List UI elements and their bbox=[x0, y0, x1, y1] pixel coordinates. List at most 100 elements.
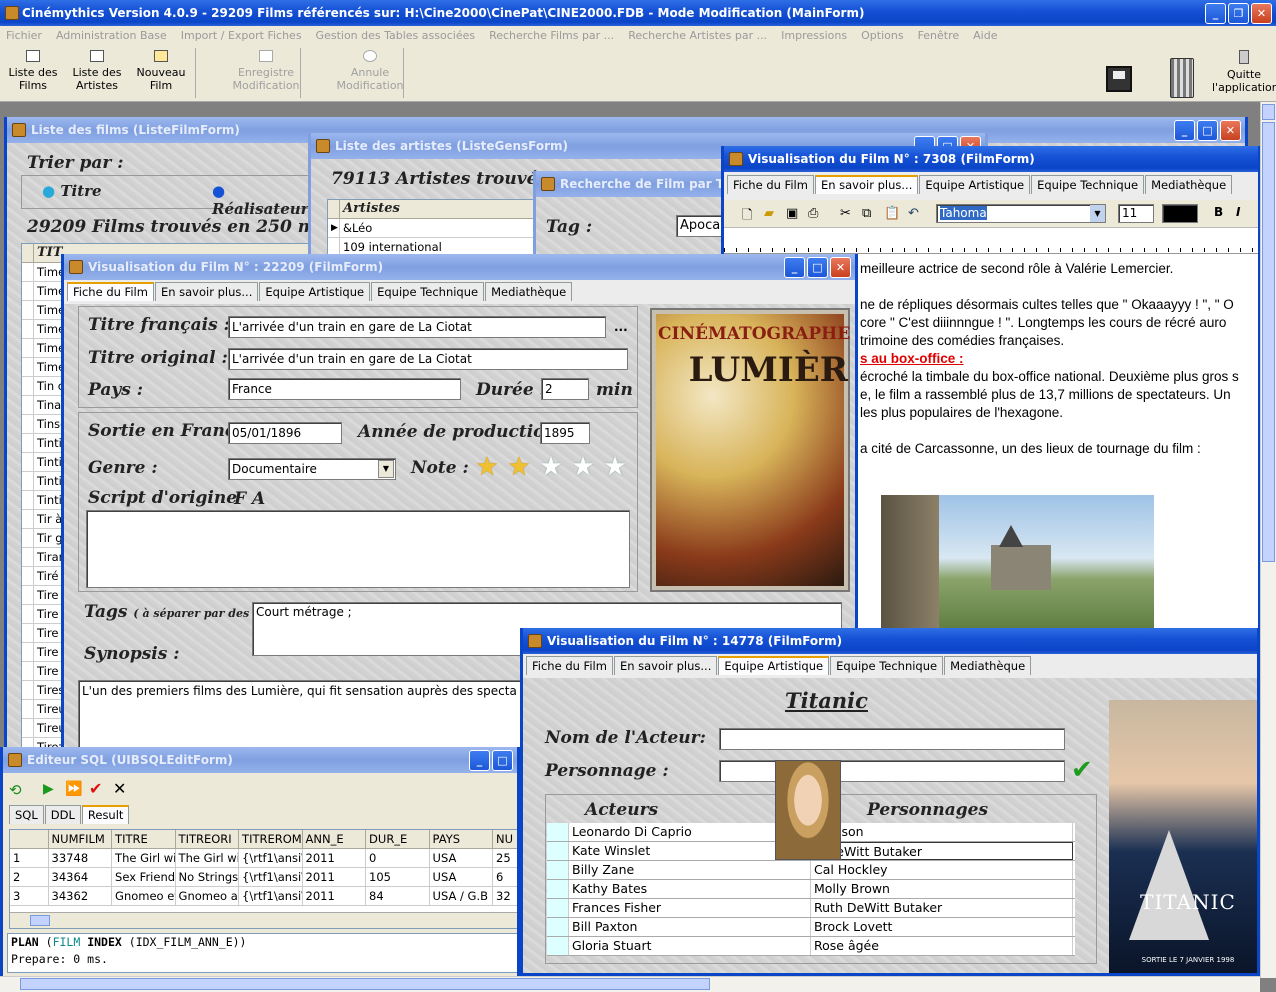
titre-fr-input[interactable]: L'arrivée d'un train en gare de La Ciota… bbox=[228, 316, 606, 338]
bold-button[interactable]: B bbox=[1214, 205, 1223, 219]
horizontal-scrollbar[interactable] bbox=[0, 976, 1260, 992]
table-row[interactable]: Frances Fisher Ruth DeWitt Butaker bbox=[547, 899, 1075, 918]
font-select[interactable]: Tahoma ▼ bbox=[936, 204, 1106, 223]
genre-select[interactable]: Documentaire ▼ bbox=[228, 458, 396, 480]
result-grid[interactable]: NUMFILMTITRETITREORITITREROMAANN_EDUR_EP… bbox=[9, 829, 517, 929]
save-modification-button[interactable]: Enregistre Modification bbox=[228, 50, 304, 92]
close-button[interactable]: ✕ bbox=[1251, 3, 1272, 24]
table-row[interactable]: Gloria Stuart Rose âgée bbox=[547, 937, 1075, 956]
pays-input[interactable]: France bbox=[228, 378, 461, 400]
size-select[interactable]: 11 bbox=[1118, 204, 1154, 223]
sort-title-radio[interactable]: ● Titre bbox=[42, 182, 102, 200]
tab-mediath-que[interactable]: Mediathèque bbox=[1145, 175, 1233, 194]
refresh-icon[interactable]: ⟲ bbox=[9, 781, 22, 799]
column-header[interactable]: Artistes bbox=[340, 200, 540, 219]
tab-equipe-technique[interactable]: Equipe Technique bbox=[830, 656, 944, 675]
sort-director-radio[interactable]: ● Réalisateur bbox=[212, 182, 320, 218]
tab-mediath-que[interactable]: Mediathèque bbox=[944, 656, 1032, 675]
tab-mediath-que[interactable]: Mediathèque bbox=[485, 282, 573, 301]
rich-text-body[interactable]: meilleure actrice de second rôle à Valér… bbox=[860, 260, 1258, 458]
menu-item[interactable]: Options bbox=[861, 29, 903, 42]
tab-fiche-du-film[interactable]: Fiche du Film bbox=[526, 656, 613, 675]
copy-icon[interactable]: ⧉ bbox=[862, 206, 871, 221]
table-row[interactable]: Kathy Bates Molly Brown bbox=[547, 880, 1075, 899]
table-row[interactable]: 133748The Girl withThe Girl with{\rtf1\a… bbox=[10, 849, 517, 868]
table-row[interactable]: Bill Paxton Brock Lovett bbox=[547, 918, 1075, 937]
horizontal-scrollbar[interactable] bbox=[10, 912, 517, 928]
column-header[interactable]: DUR_E bbox=[366, 830, 430, 849]
star-icon[interactable]: ★ bbox=[506, 454, 532, 480]
italic-button[interactable]: I bbox=[1236, 205, 1240, 219]
table-row[interactable]: 334362Gnomeo et JuGnomeo and{\rtf1\ansi\… bbox=[10, 887, 517, 906]
tab-result[interactable]: Result bbox=[81, 805, 130, 824]
tab-en-savoir-plus-[interactable]: En savoir plus... bbox=[814, 175, 919, 194]
commit-icon[interactable]: ✔ bbox=[89, 779, 102, 798]
minimize-button[interactable]: _ bbox=[784, 257, 805, 278]
new-doc-icon[interactable]: 🗋 bbox=[742, 206, 752, 228]
annee-input[interactable]: 1895 bbox=[540, 422, 590, 444]
menu-item[interactable]: Recherche Artistes par ... bbox=[628, 29, 767, 42]
menu-item[interactable]: Aide bbox=[973, 29, 997, 42]
menu-item[interactable]: Fichier bbox=[6, 29, 42, 42]
trash-icon[interactable] bbox=[1170, 58, 1194, 98]
cut-icon[interactable]: ✂ bbox=[840, 206, 851, 221]
column-header[interactable]: NUMFILM bbox=[48, 830, 113, 849]
tab-en-savoir-plus-[interactable]: En savoir plus... bbox=[613, 656, 718, 675]
table-row[interactable]: 234364Sex FriendsNo Strings At{\rtf1\ans… bbox=[10, 868, 517, 887]
sql-plan-output[interactable]: PLAN (FILM INDEX (IDX_FILM_ANN_E)) Prepa… bbox=[7, 933, 517, 973]
menu-item[interactable]: Fenêtre bbox=[918, 29, 960, 42]
titre-or-input[interactable]: L'arrivée d'un train en gare de La Ciota… bbox=[228, 348, 628, 370]
column-header[interactable]: ANN_E bbox=[302, 830, 367, 849]
menu-item[interactable]: Import / Export Fiches bbox=[181, 29, 302, 42]
tab-en-savoir-plus-[interactable]: En savoir plus... bbox=[154, 282, 259, 301]
maximize-button[interactable]: □ bbox=[492, 750, 513, 771]
personnage-input[interactable] bbox=[719, 760, 1065, 782]
list-item[interactable]: &Léo bbox=[340, 219, 540, 237]
minimize-button[interactable]: _ bbox=[1205, 3, 1226, 24]
color-select[interactable] bbox=[1162, 204, 1198, 223]
minimize-button[interactable]: _ bbox=[469, 750, 490, 771]
tab-equipe-artistique[interactable]: Equipe Artistique bbox=[718, 656, 830, 675]
tab-fiche-du-film[interactable]: Fiche du Film bbox=[727, 175, 814, 194]
maximize-button[interactable]: □ bbox=[1197, 120, 1218, 141]
sortie-input[interactable]: 05/01/1896 bbox=[228, 422, 342, 444]
tab-equipe-artistique[interactable]: Equipe Artistique bbox=[919, 175, 1031, 194]
run-all-icon[interactable]: ⏩ bbox=[65, 781, 82, 797]
rollback-icon[interactable]: ✕ bbox=[113, 779, 126, 798]
column-header[interactable]: TITREORI bbox=[175, 830, 240, 849]
column-header[interactable]: PAYS bbox=[429, 830, 494, 849]
quit-button[interactable]: Quitte l'application bbox=[1212, 50, 1276, 94]
duree-input[interactable]: 2 bbox=[541, 378, 589, 400]
menu-item[interactable]: Impressions bbox=[781, 29, 847, 42]
menu-item[interactable]: Gestion des Tables associées bbox=[316, 29, 476, 42]
tab-equipe-technique[interactable]: Equipe Technique bbox=[371, 282, 485, 301]
script-textarea[interactable] bbox=[86, 510, 630, 588]
star-icon[interactable]: ★ bbox=[474, 454, 500, 480]
close-button[interactable]: ✕ bbox=[1220, 120, 1241, 141]
menu-item[interactable]: Recherche Films par ... bbox=[489, 29, 614, 42]
validate-check-icon[interactable]: ✔ bbox=[1071, 757, 1097, 783]
column-header[interactable]: TITREROMA bbox=[239, 830, 303, 849]
cancel-modification-button[interactable]: Annule Modification bbox=[332, 50, 408, 92]
floppy-icon[interactable] bbox=[1106, 66, 1132, 92]
close-button[interactable]: ✕ bbox=[830, 257, 851, 278]
rating-stars[interactable]: ★ ★ ★ ★ ★ bbox=[474, 454, 628, 480]
open-icon[interactable]: ▰ bbox=[764, 206, 774, 221]
tab-fiche-du-film[interactable]: Fiche du Film bbox=[67, 282, 154, 301]
restore-button[interactable]: ❐ bbox=[1228, 3, 1249, 24]
maximize-button[interactable]: □ bbox=[807, 257, 828, 278]
save-icon[interactable]: ▣ bbox=[786, 206, 798, 221]
tab-equipe-artistique[interactable]: Equipe Artistique bbox=[259, 282, 371, 301]
star-icon[interactable]: ★ bbox=[570, 454, 596, 480]
list-films-button[interactable]: Liste des Films bbox=[3, 50, 63, 92]
titre-fr-more-button[interactable]: ... bbox=[614, 320, 628, 334]
minimize-button[interactable]: _ bbox=[1174, 120, 1195, 141]
new-film-button[interactable]: Nouveau Film bbox=[131, 50, 191, 92]
run-icon[interactable]: ▶ bbox=[43, 781, 54, 797]
print-icon[interactable]: ⎙ bbox=[808, 206, 818, 221]
tab-ddl[interactable]: DDL bbox=[44, 805, 81, 824]
column-header[interactable]: NU bbox=[493, 830, 517, 849]
tab-sql[interactable]: SQL bbox=[9, 805, 44, 824]
tab-equipe-technique[interactable]: Equipe Technique bbox=[1031, 175, 1145, 194]
star-icon[interactable]: ★ bbox=[538, 454, 564, 480]
